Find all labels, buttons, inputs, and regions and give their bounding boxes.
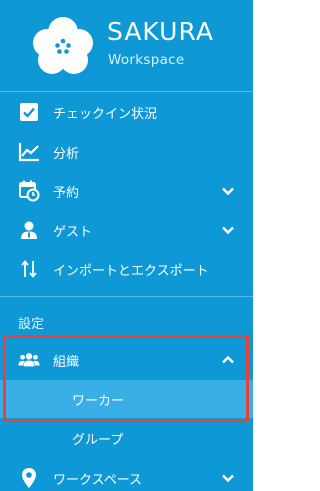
brand-subtitle: Workspace	[108, 52, 185, 68]
nav-item-checkin[interactable]: チェックイン状況	[0, 92, 253, 132]
nav-item-analytics[interactable]: 分析	[0, 132, 253, 172]
nav-item-organization[interactable]: 組織	[0, 340, 253, 380]
nav-subitem-label: グループ	[72, 432, 124, 448]
nav-subitem-groups[interactable]: グループ	[0, 419, 253, 457]
chevron-down-icon[interactable]	[220, 183, 236, 199]
nav-subitem-workers[interactable]: ワーカー	[0, 380, 253, 418]
chevron-down-icon[interactable]	[220, 222, 236, 238]
location-pin-icon	[18, 467, 40, 489]
nav-item-label: インポートとエクスポート	[53, 263, 209, 279]
nav-item-label: ゲスト	[53, 224, 93, 240]
brand-title: SAKURA	[107, 17, 214, 46]
nav-item-label: ワークスペース	[53, 472, 143, 488]
section-label-settings: 設定	[18, 317, 45, 332]
guest-icon	[18, 219, 40, 241]
brand-header[interactable]: SAKURA Workspace	[0, 0, 253, 90]
people-icon	[18, 349, 40, 371]
nav-item-workspace[interactable]: ワークスペース	[0, 458, 253, 491]
sakura-logo	[33, 17, 93, 74]
chart-line-icon	[18, 141, 40, 163]
chevron-down-icon[interactable]	[220, 470, 236, 486]
nav-item-reservations[interactable]: 予約	[0, 171, 253, 211]
divider	[0, 296, 253, 297]
nav-item-label: チェックイン状況	[53, 106, 158, 122]
checkbox-icon	[18, 101, 40, 123]
nav-subitem-label: ワーカー	[72, 393, 125, 409]
nav-item-label: 組織	[53, 354, 80, 370]
chevron-up-icon[interactable]	[220, 352, 236, 368]
nav-item-label: 予約	[53, 185, 80, 201]
nav-item-import-export[interactable]: インポートとエクスポート	[0, 249, 253, 289]
sidebar: SAKURA Workspace チェックイン状況 分析 予約 ゲスト インポー…	[0, 0, 253, 491]
calendar-clock-icon	[18, 180, 40, 202]
nav-item-guests[interactable]: ゲスト	[0, 210, 253, 250]
sort-arrows-icon	[18, 258, 40, 280]
nav-item-label: 分析	[53, 146, 80, 162]
